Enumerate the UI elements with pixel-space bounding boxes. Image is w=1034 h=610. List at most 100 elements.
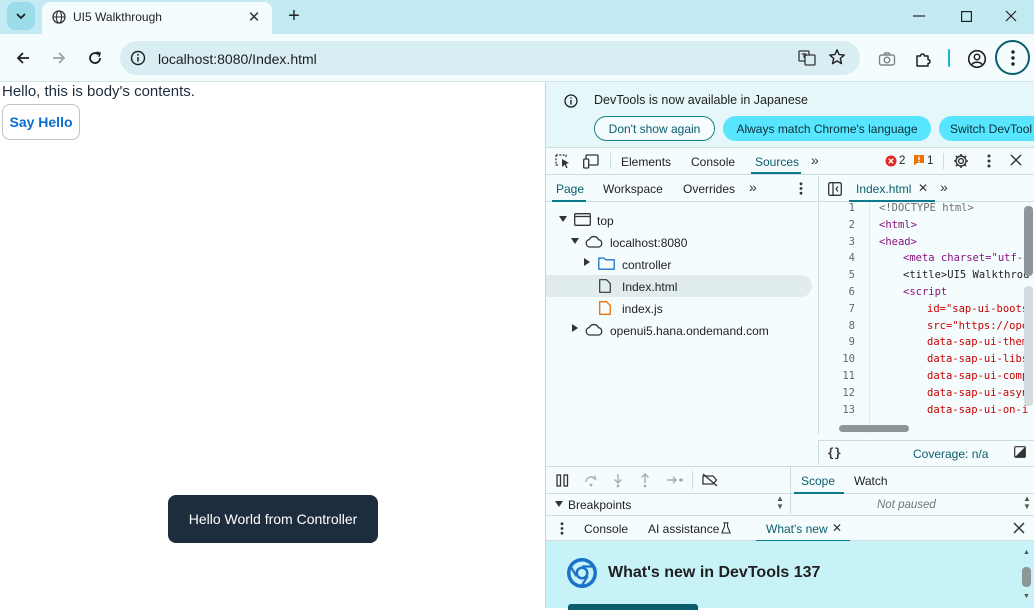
tree-label-openui5: openui5.hana.ondemand.com (610, 324, 769, 338)
tree-item-localhost[interactable]: localhost:8080 (546, 231, 817, 253)
back-button[interactable] (9, 44, 37, 72)
tree-item-openui5[interactable]: openui5.hana.ondemand.com (546, 319, 817, 341)
horizontal-scrollbar-thumb[interactable] (839, 425, 909, 432)
line-number: 5 (848, 269, 855, 282)
active-tab-indicator (751, 172, 801, 174)
more-tabs-chevron-icon[interactable]: » (940, 179, 948, 195)
inspect-element-icon[interactable] (555, 154, 571, 169)
tree-item-controller[interactable]: controller (546, 253, 817, 275)
pause-icon[interactable] (556, 474, 569, 487)
line-number: 1 (848, 202, 855, 214)
drawer-tab-ai-assistance[interactable]: AI assistance (648, 522, 719, 536)
extensions-puzzle-icon[interactable] (912, 48, 934, 70)
drawer-tab-whats-new[interactable]: What's new ✕ (756, 516, 850, 542)
forward-button[interactable] (45, 44, 73, 72)
more-tabs-chevron-icon[interactable]: » (749, 179, 757, 195)
more-tabs-chevron-icon[interactable]: » (811, 152, 819, 168)
deactivate-breakpoints-icon[interactable] (701, 473, 719, 487)
resize-handle-icon[interactable]: ▲ ▼ (776, 495, 784, 511)
editor-tab-index-html[interactable]: Index.html ✕ (849, 176, 935, 202)
browser-menu-button[interactable] (995, 40, 1030, 75)
line-number: 7 (848, 302, 855, 315)
error-icon[interactable] (885, 155, 897, 167)
browser-tab[interactable]: UI5 Walkthrough ✕ (42, 2, 272, 34)
step-into-icon[interactable] (612, 473, 624, 488)
more-vert-icon[interactable] (799, 182, 803, 195)
translate-icon[interactable] (798, 49, 816, 67)
code-line: <meta charset="utf-8 (903, 252, 1030, 265)
coverage-toggle-icon[interactable] (1014, 446, 1026, 458)
caret-right-icon[interactable] (584, 258, 590, 266)
close-devtools-icon[interactable] (1010, 154, 1022, 166)
scroll-down-icon[interactable]: ▼ (1023, 593, 1030, 600)
tab-elements[interactable]: Elements (621, 155, 671, 169)
tab-search-button[interactable] (7, 2, 35, 30)
profile-icon[interactable] (966, 48, 988, 70)
maximize-button[interactable] (943, 2, 989, 30)
close-window-button[interactable] (988, 2, 1034, 30)
vertical-scrollbar[interactable] (1024, 286, 1033, 406)
tree-item-top[interactable]: top (546, 209, 817, 231)
toolbar-divider (692, 471, 693, 489)
code-line: <head> (879, 235, 917, 248)
bookmark-star-icon[interactable] (828, 48, 846, 66)
new-tab-button[interactable]: + (284, 5, 304, 27)
reload-button[interactable] (81, 44, 109, 72)
url-text[interactable]: localhost:8080/Index.html (158, 51, 317, 67)
caret-down-icon[interactable] (571, 238, 579, 244)
code-line: src="https://ope (927, 319, 1029, 332)
learn-more-button-edge[interactable] (568, 604, 698, 610)
tab-console[interactable]: Console (691, 155, 735, 169)
tab-workspace[interactable]: Workspace (603, 182, 663, 196)
code-line: <script (903, 286, 948, 298)
warning-icon[interactable] (913, 154, 925, 166)
tab-scope[interactable]: Scope (801, 474, 835, 488)
tab-watch[interactable]: Watch (854, 474, 888, 488)
camera-icon[interactable] (876, 48, 898, 70)
pretty-print-icon[interactable]: {} (827, 446, 841, 460)
code-line: data-sap-ui-comp (927, 370, 1029, 382)
switch-devtools-button[interactable]: Switch DevTool (939, 116, 1034, 141)
scroll-up-icon[interactable]: ▲ (1023, 549, 1030, 556)
close-tab-icon[interactable]: ✕ (918, 181, 928, 195)
line-number: 12 (842, 386, 855, 399)
devtools-panel: DevTools is now available in Japanese Do… (545, 82, 1034, 610)
flask-icon (721, 522, 731, 534)
say-hello-button[interactable]: Say Hello (2, 104, 80, 140)
address-bar[interactable]: localhost:8080/Index.html (120, 41, 860, 75)
code-line: <html> (879, 218, 917, 231)
page-viewport: Hello, this is body's contents. Say Hell… (0, 82, 545, 608)
resize-handle-icon[interactable]: ▲ ▼ (1023, 495, 1031, 511)
drawer-tab-console[interactable]: Console (584, 522, 628, 536)
vertical-scrollbar-thumb[interactable] (1022, 567, 1031, 587)
device-toolbar-icon[interactable] (583, 154, 600, 169)
tab-sources[interactable]: Sources (755, 155, 799, 169)
step-over-icon[interactable] (584, 474, 598, 487)
settings-gear-icon[interactable] (953, 153, 969, 169)
more-vert-icon[interactable] (987, 154, 991, 168)
vertical-scrollbar-thumb[interactable] (1024, 206, 1033, 276)
sources-navigator-tabs: Page Workspace Overrides » (546, 176, 817, 202)
toggle-navigator-icon[interactable] (828, 182, 842, 196)
close-drawer-icon[interactable] (1013, 522, 1025, 534)
more-vert-icon[interactable] (560, 522, 564, 535)
close-tab-icon[interactable]: ✕ (246, 9, 262, 26)
caret-right-icon[interactable] (572, 324, 578, 332)
site-info-icon[interactable] (130, 50, 146, 66)
minimize-button[interactable] (896, 2, 942, 30)
always-match-language-button[interactable]: Always match Chrome's language (723, 116, 931, 141)
tree-item-index-js[interactable]: index.js (546, 297, 817, 319)
caret-down-icon[interactable] (559, 216, 567, 222)
caret-down-icon[interactable] (555, 501, 563, 507)
tab-page[interactable]: Page (556, 182, 584, 196)
breakpoints-section-header[interactable]: Breakpoints ▲ ▼ (546, 494, 790, 514)
close-tab-icon[interactable]: ✕ (832, 521, 842, 535)
tree-item-index-html[interactable]: Index.html (546, 275, 812, 297)
toolbar-divider (943, 153, 944, 169)
step-icon[interactable] (666, 475, 684, 485)
code-editor[interactable]: 1 <!DOCTYPE html> 2 <html> 3 <head> 4 <meta … (818, 202, 1034, 434)
coverage-status[interactable]: Coverage: n/a (913, 447, 988, 461)
dont-show-again-button[interactable]: Don't show again (594, 116, 715, 141)
step-out-icon[interactable] (639, 473, 651, 488)
tab-overrides[interactable]: Overrides (683, 182, 735, 196)
